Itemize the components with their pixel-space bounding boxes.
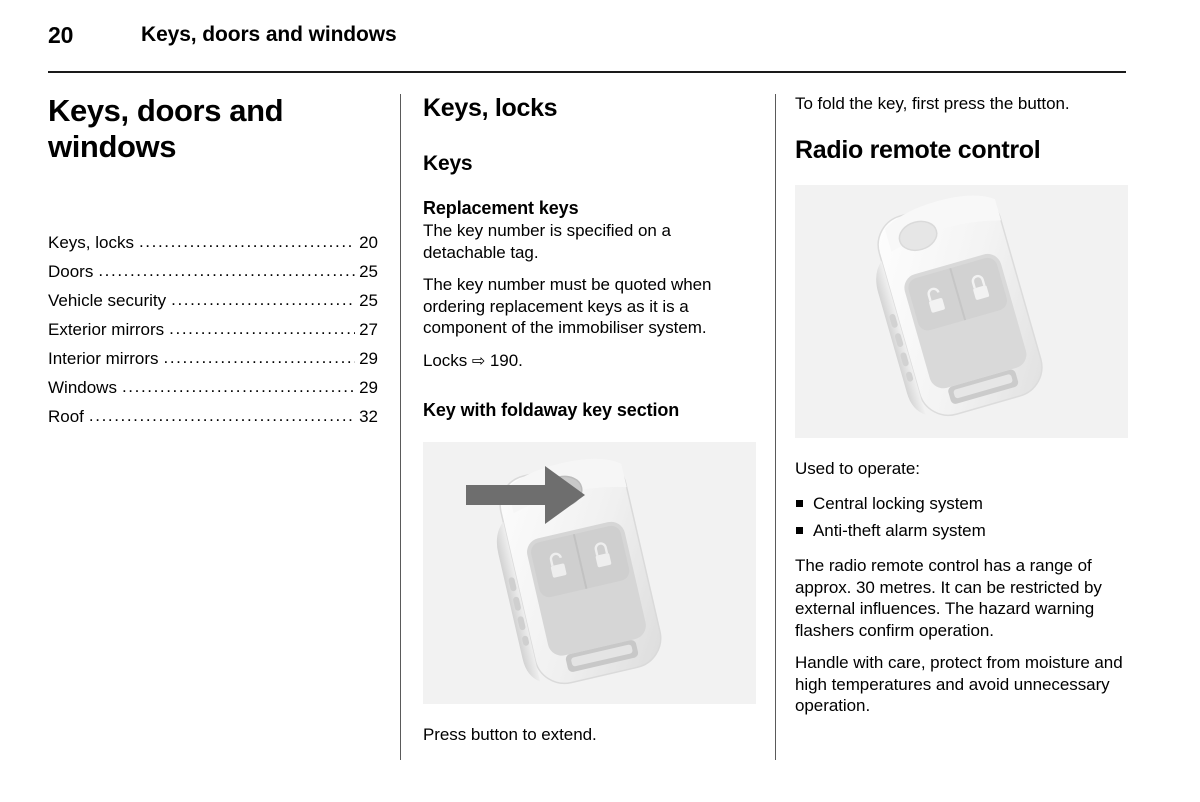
running-head-title: Keys, doors and windows <box>141 23 397 46</box>
chapter-title: Keys, doors and windows <box>48 93 284 164</box>
list-item-label: Central locking system <box>813 494 983 513</box>
toc-dot-leader: ........................................… <box>121 377 356 396</box>
toc-entry-page: 29 <box>359 349 378 368</box>
header-rule <box>48 71 1126 73</box>
square-bullet-icon <box>796 527 803 534</box>
cross-reference-page: 190. <box>489 350 523 370</box>
topic-title-key-with-foldaway-section: Key with foldaway key section <box>423 400 680 420</box>
right-column: To fold the key, first press the button.… <box>795 93 1128 717</box>
page-number: 20 <box>48 22 74 48</box>
toc-entry[interactable]: Doors ..................................… <box>48 257 378 286</box>
table-of-contents: Keys, locks ............................… <box>48 228 378 431</box>
radio-remote-control-figure <box>795 184 1128 438</box>
toc-entry-label: Doors <box>48 262 94 281</box>
column-divider-left <box>400 94 401 760</box>
subsection-title-keys: Keys <box>423 152 473 175</box>
topic-title-replacement-keys: Replacement keys <box>423 198 579 218</box>
list-item: Anti-theft alarm system <box>795 517 1128 544</box>
toc-dot-leader: ........................................… <box>169 319 355 338</box>
toc-entry-label: Roof <box>48 407 84 426</box>
toc-entry-label: Windows <box>48 378 117 397</box>
middle-column: Keys, locks Keys Replacement keys The ke… <box>423 93 756 746</box>
toc-entry[interactable]: Roof ...................................… <box>48 402 378 431</box>
section-title-keys-locks: Keys, locks <box>423 94 558 122</box>
toc-entry-page: 27 <box>359 320 378 339</box>
figure-caption-press-button: Press button to extend. <box>423 725 597 744</box>
handle-with-care-paragraph: Handle with care, protect from moisture … <box>795 653 1123 715</box>
toc-dot-leader: ........................................… <box>171 290 355 309</box>
replacement-keys-paragraph-2: The key number must be quoted when order… <box>423 275 712 337</box>
used-to-operate-intro: Used to operate: <box>795 458 920 478</box>
toc-entry-label: Keys, locks <box>48 233 134 252</box>
key-with-foldaway-section-figure <box>423 442 756 704</box>
left-column: Keys, doors and windows Keys, locks .....… <box>48 93 378 431</box>
toc-dot-leader: ........................................… <box>163 348 356 367</box>
manual-page: 20 Keys, doors and windows Keys, doors a… <box>0 0 1200 802</box>
toc-entry-page: 20 <box>359 233 378 252</box>
square-bullet-icon <box>796 500 803 507</box>
running-head: 20 Keys, doors and windows <box>48 22 1126 56</box>
toc-entry[interactable]: Keys, locks ............................… <box>48 228 378 257</box>
toc-entry-label: Interior mirrors <box>48 349 159 368</box>
fold-key-paragraph: To fold the key, first press the button. <box>795 94 1070 113</box>
toc-entry-page: 25 <box>359 291 378 310</box>
cross-reference-locks: Locks ⇨ 190. <box>423 350 756 372</box>
section-title-radio-remote-control: Radio remote control <box>795 135 1041 164</box>
toc-dot-leader: ........................................… <box>98 261 355 280</box>
toc-entry-page: 29 <box>359 378 378 397</box>
toc-entry[interactable]: Vehicle security .......................… <box>48 286 378 315</box>
list-item: Central locking system <box>795 490 1128 517</box>
radio-remote-range-paragraph: The radio remote control has a range of … <box>795 556 1102 640</box>
toc-dot-leader: ........................................… <box>88 406 355 425</box>
cross-reference-arrow-icon: ⇨ <box>471 352 486 370</box>
toc-entry[interactable]: Windows ................................… <box>48 373 378 402</box>
toc-entry-label: Vehicle security <box>48 291 167 310</box>
toc-entry[interactable]: Interior mirrors .......................… <box>48 344 378 373</box>
list-item-label: Anti-theft alarm system <box>813 521 986 540</box>
toc-entry-page: 32 <box>359 407 378 426</box>
replacement-keys-paragraph-1: The key number is specified on a detacha… <box>423 221 671 262</box>
used-to-operate-list: Central locking system Anti-theft alarm … <box>795 490 1128 544</box>
toc-entry-label: Exterior mirrors <box>48 320 165 339</box>
cross-reference-label: Locks <box>423 350 468 370</box>
toc-entry-page: 25 <box>359 262 378 281</box>
toc-entry[interactable]: Exterior mirrors .......................… <box>48 315 378 344</box>
column-divider-right <box>775 94 776 760</box>
toc-dot-leader: ........................................… <box>138 232 355 251</box>
